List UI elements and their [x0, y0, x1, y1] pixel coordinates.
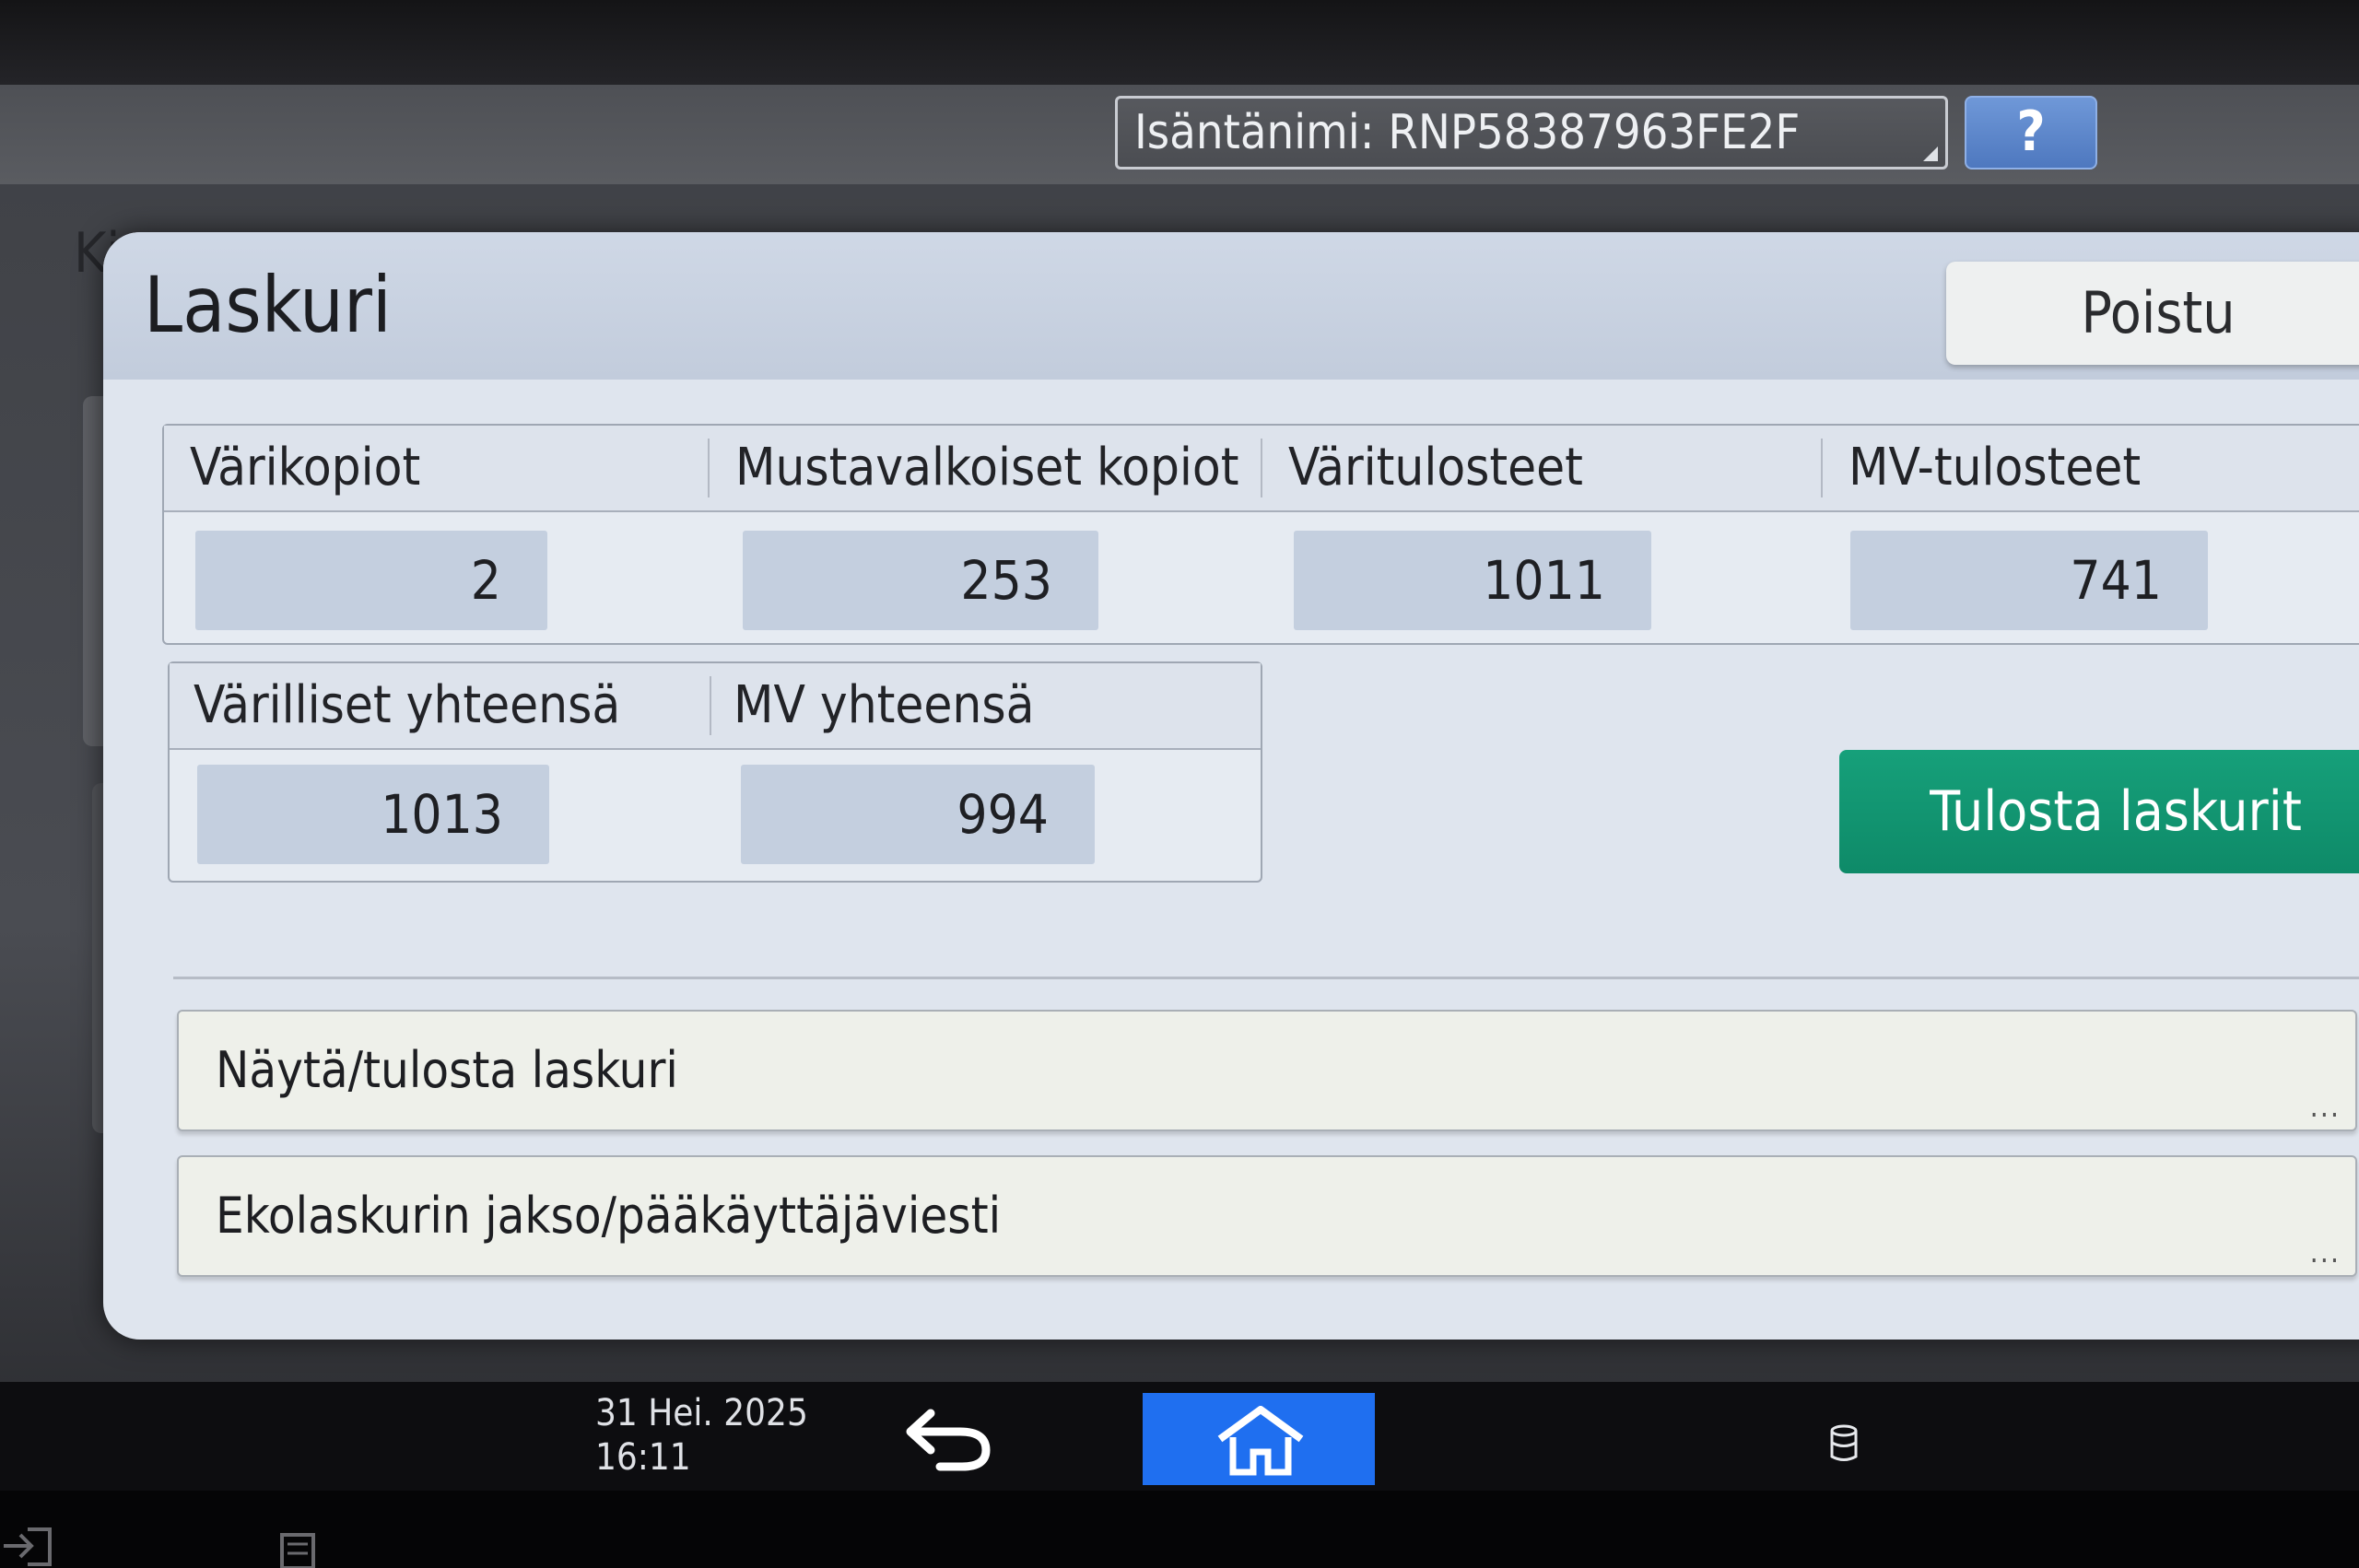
list-item-label: Ekolaskurin jakso/pääkäyttäjäviesti — [216, 1187, 1002, 1245]
counter-table-totals: Värilliset yhteensä MV yhteensä 1013 994 — [168, 661, 1262, 883]
exit-button[interactable]: Poistu — [1946, 262, 2359, 365]
value-bw-copies: 253 — [743, 531, 1098, 630]
column-separator — [708, 439, 710, 497]
totals-header-row: Värilliset yhteensä MV yhteensä — [170, 663, 1261, 750]
document-icon[interactable] — [269, 1529, 324, 1568]
more-icon: ... — [2309, 1089, 2341, 1124]
screen-bezel — [0, 0, 2359, 85]
dialog-title: Laskuri — [144, 260, 392, 350]
column-separator — [710, 676, 711, 735]
dialog-header: Laskuri Poistu — [103, 232, 2359, 380]
list-item-eco-counter[interactable]: Ekolaskurin jakso/pääkäyttäjäviesti ... — [177, 1155, 2357, 1277]
header-bw-total: MV yhteensä — [734, 675, 1035, 735]
value-color-total: 1013 — [197, 765, 549, 864]
back-icon[interactable] — [903, 1397, 995, 1476]
date-text: 31 Hei. 2025 — [595, 1392, 808, 1434]
counter-dialog: Laskuri Poistu Värikopiot Mustavalkoiset… — [103, 232, 2359, 1340]
hostname-field[interactable]: Isäntänimi: RNP58387963FE2F — [1115, 96, 1948, 170]
help-icon: ? — [2016, 99, 2046, 164]
login-icon[interactable] — [0, 1524, 55, 1568]
list-item-show-print-counter[interactable]: Näytä/tulosta laskuri ... — [177, 1010, 2357, 1131]
column-separator — [1261, 439, 1262, 497]
device-bezel-bottom — [0, 1491, 2359, 1568]
header-bw-prints: MV-tulosteet — [1848, 438, 2142, 497]
resize-corner-icon — [1923, 146, 1938, 161]
value-bw-prints: 741 — [1850, 531, 2208, 630]
list-item-label: Näytä/tulosta laskuri — [216, 1041, 678, 1099]
header-color-total: Värilliset yhteensä — [194, 675, 621, 735]
home-button[interactable] — [1143, 1393, 1375, 1485]
date-time: 31 Hei. 2025 16:11 — [595, 1391, 808, 1480]
column-separator — [1821, 439, 1823, 497]
print-counters-button[interactable]: Tulosta laskurit — [1839, 750, 2359, 873]
section-divider — [173, 977, 2359, 979]
header-color-copies: Värikopiot — [190, 438, 421, 497]
header-bw-copies: Mustavalkoiset kopiot — [735, 438, 1239, 497]
hostname-text: Isäntänimi: RNP58387963FE2F — [1134, 105, 1801, 160]
more-icon: ... — [2309, 1235, 2341, 1270]
counter-table-top: Värikopiot Mustavalkoiset kopiot Väritul… — [162, 424, 2359, 645]
time-text: 16:11 — [595, 1436, 691, 1479]
value-bw-total: 994 — [741, 765, 1095, 864]
home-icon — [1217, 1406, 1304, 1476]
storage-icon[interactable] — [1828, 1424, 1860, 1463]
counter-header-row: Värikopiot Mustavalkoiset kopiot Väritul… — [164, 426, 2359, 512]
value-color-prints: 1011 — [1294, 531, 1651, 630]
help-button[interactable]: ? — [1965, 96, 2097, 170]
value-color-copies: 2 — [195, 531, 547, 630]
header-color-prints: Väritulosteet — [1288, 438, 1583, 497]
